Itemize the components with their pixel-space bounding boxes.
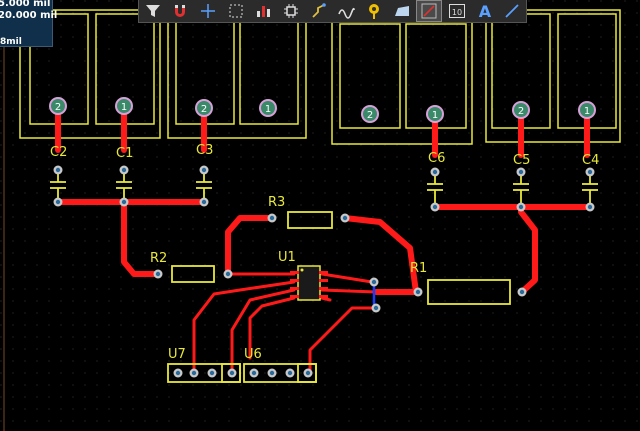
label-c4: C4	[582, 153, 599, 168]
label-c3: C3	[196, 143, 213, 158]
route-icon	[312, 3, 326, 18]
counter-label: 10	[452, 8, 462, 17]
pad[interactable]	[517, 287, 527, 297]
label-r3: R3	[268, 195, 285, 210]
pad[interactable]	[189, 368, 199, 378]
pad[interactable]	[207, 368, 217, 378]
pad[interactable]	[119, 197, 129, 207]
pad[interactable]	[371, 303, 381, 313]
label-c2: C2	[50, 145, 67, 160]
connector-pad[interactable]: 1	[115, 97, 133, 115]
coord-line-1: 5.000 mil	[0, 0, 51, 9]
track	[320, 296, 332, 302]
pad-number: 2	[55, 102, 61, 113]
active-bar-toolbar: 10 A	[138, 0, 527, 23]
connector-pad[interactable]: 1	[578, 101, 596, 119]
label-u1: U1	[278, 250, 296, 265]
coord-line-3: 8mil	[0, 37, 22, 47]
filter-icon	[145, 5, 160, 17]
text-tool[interactable]: A	[473, 1, 497, 21]
line-tool[interactable]	[500, 1, 524, 21]
label-c5: C5	[513, 153, 530, 168]
connector-pad[interactable]: 1	[259, 99, 277, 117]
pad[interactable]	[119, 165, 129, 175]
component-tool[interactable]	[279, 1, 303, 21]
pad[interactable]	[430, 202, 440, 212]
pad[interactable]	[340, 213, 350, 223]
pad-number: 2	[367, 110, 373, 121]
pad[interactable]	[285, 368, 295, 378]
connector-pad[interactable]: 2	[49, 97, 67, 115]
pad[interactable]	[153, 269, 163, 279]
magnet-icon	[175, 5, 186, 17]
pad[interactable]	[199, 165, 209, 175]
coord-line-2: 20.000 mil	[0, 10, 58, 21]
pad[interactable]	[516, 202, 526, 212]
route-track-tool[interactable]	[307, 1, 331, 21]
pad-number: 1	[432, 110, 438, 121]
counter-icon: 10	[448, 4, 465, 18]
label-u6: U6	[244, 347, 262, 362]
pcb-canvas[interactable]: 2 1 2 1 2 1 2 1 C2 C1 C3 C6 C5 C4 R2 R3 R1 U1 U…	[0, 0, 640, 431]
pad[interactable]	[227, 368, 237, 378]
fill-tool[interactable]	[390, 1, 414, 21]
pad-number: 2	[518, 106, 524, 117]
pad[interactable]	[267, 368, 277, 378]
pad[interactable]	[430, 167, 440, 177]
pad-number: 1	[584, 106, 590, 117]
pad[interactable]	[199, 197, 209, 207]
pad[interactable]	[516, 167, 526, 177]
pad[interactable]	[53, 165, 63, 175]
connector-pad[interactable]: 1	[426, 105, 444, 123]
pad-number: 1	[121, 102, 127, 113]
text-tool-label: A	[478, 2, 491, 20]
label-r1: R1	[410, 261, 427, 276]
ic-u1-pin1-marker	[300, 268, 304, 272]
label-c6: C6	[428, 151, 445, 166]
route-active-icon	[421, 3, 437, 19]
crosshair-icon	[201, 4, 216, 18]
line-icon	[505, 4, 519, 18]
connector-pad[interactable]: 2	[512, 101, 530, 119]
pad[interactable]	[267, 213, 277, 223]
crosshair-tool[interactable]	[196, 1, 220, 21]
via-tool[interactable]	[362, 1, 386, 21]
diff-pair-tool[interactable]	[334, 1, 358, 21]
connector-pad[interactable]: 2	[361, 105, 379, 123]
polygon-fill-icon	[394, 6, 409, 16]
label-c1: C1	[116, 146, 133, 161]
text-icon: A	[478, 2, 491, 20]
pad[interactable]	[585, 167, 595, 177]
select-rect-icon	[229, 4, 243, 18]
pad[interactable]	[585, 202, 595, 212]
bar-chart-icon	[257, 6, 271, 17]
pad[interactable]	[249, 368, 259, 378]
chip-icon	[284, 4, 299, 18]
via-icon	[368, 4, 379, 19]
track	[320, 288, 378, 294]
chart-tool[interactable]	[252, 1, 276, 21]
pad[interactable]	[53, 197, 63, 207]
coordinate-readout: 5.000 mil 20.000 mil 8mil	[0, 0, 57, 47]
highlight-net-tool[interactable]	[169, 1, 193, 21]
select-rect-tool[interactable]	[224, 1, 248, 21]
wave-icon	[338, 7, 356, 19]
filter-tool[interactable]	[141, 1, 165, 21]
string-tool[interactable]: 10	[445, 1, 469, 21]
interactive-route-tool[interactable]	[416, 0, 443, 22]
pad[interactable]	[303, 368, 313, 378]
connector-pad[interactable]: 2	[195, 99, 213, 117]
label-u7: U7	[168, 347, 186, 362]
label-r2: R2	[150, 251, 167, 266]
pad[interactable]	[223, 269, 233, 279]
pad-number: 2	[201, 104, 207, 115]
pad[interactable]	[173, 368, 183, 378]
pad-number: 1	[265, 104, 271, 115]
pad[interactable]	[369, 277, 379, 287]
pad[interactable]	[413, 287, 423, 297]
